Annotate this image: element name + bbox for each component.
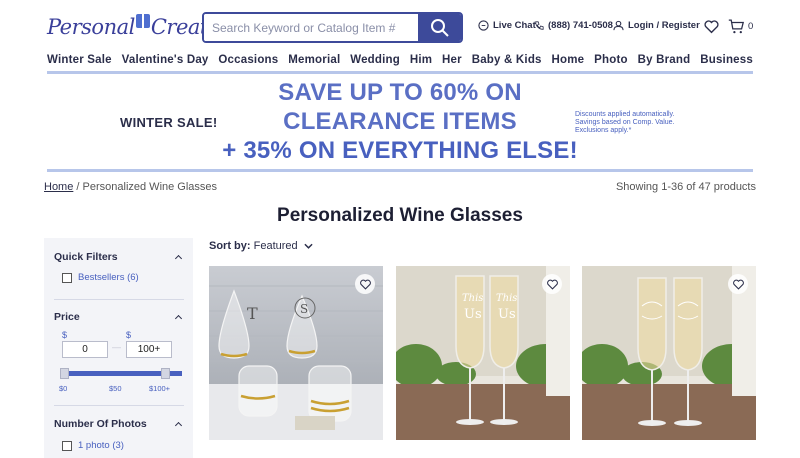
filter-divider	[54, 405, 184, 406]
price-min-input[interactable]: 0	[62, 341, 108, 358]
nav-divider	[47, 71, 753, 74]
price-tick: $0	[59, 384, 68, 393]
product-card-wine-glasses[interactable]: T S	[209, 266, 383, 440]
quick-filters-heading[interactable]: Quick Filters	[54, 251, 118, 263]
promo-disclaimer: Discounts applied automatically. Savings…	[575, 111, 705, 135]
nav-item-wedding[interactable]: Wedding	[350, 54, 400, 66]
svg-text:This: This	[462, 293, 483, 304]
search-input[interactable]	[204, 14, 418, 41]
promo-line-2: CLEARANCE ITEMS	[283, 108, 517, 135]
logo-text: Personal	[47, 15, 135, 39]
nav-item-him[interactable]: Him	[410, 54, 432, 66]
chevron-up-icon[interactable]	[174, 314, 183, 323]
one-photo-label[interactable]: 1 photo (3)	[78, 440, 124, 451]
price-range-dash: —	[112, 342, 121, 352]
heart-icon	[732, 279, 744, 290]
gift-icon	[135, 14, 150, 28]
product-image: T S	[209, 266, 383, 440]
sort-value: Featured	[253, 240, 298, 252]
breadcrumb-home-link[interactable]: Home	[44, 181, 73, 193]
svg-text:T: T	[247, 304, 258, 323]
price-heading[interactable]: Price	[54, 311, 80, 323]
results-count: Showing 1-36 of 47 products	[615, 181, 756, 193]
heart-icon	[546, 279, 558, 290]
heart-icon	[704, 20, 719, 34]
promo-line-1: SAVE UP TO 60% ON	[278, 79, 522, 106]
breadcrumb: Home / Personalized Wine Glasses	[44, 181, 217, 193]
promo-note-line: Exclusions apply.*	[575, 127, 632, 134]
wishlist-toggle[interactable]	[355, 274, 375, 294]
chat-icon	[478, 20, 489, 31]
search-button[interactable]	[418, 14, 461, 41]
nav-item-photo[interactable]: Photo	[594, 54, 628, 66]
login-label: Login / Register	[628, 20, 700, 31]
photos-heading[interactable]: Number Of Photos	[54, 418, 147, 430]
breadcrumb-separator: /	[76, 181, 80, 193]
breadcrumb-current: Personalized Wine Glasses	[82, 181, 218, 193]
promo-note-line: Savings based on Comp. Value.	[575, 119, 675, 126]
nav-item-home[interactable]: Home	[552, 54, 585, 66]
promo-headline[interactable]: SAVE UP TO 60% ON CLEARANCE ITEMS + 35% …	[220, 78, 580, 165]
nav-item-baby-kids[interactable]: Baby & Kids	[472, 54, 542, 66]
currency-symbol: $	[62, 330, 68, 340]
phone-number: (888) 741-0508	[548, 20, 613, 31]
product-image: This This Us Us	[396, 266, 570, 440]
product-card-champagne-flutes[interactable]: This This Us Us	[396, 266, 570, 440]
nav-item-by-brand[interactable]: By Brand	[638, 54, 691, 66]
filter-sidebar: Quick Filters Bestsellers (6) Price $ $ …	[44, 238, 193, 458]
svg-text:S: S	[300, 302, 308, 316]
chevron-up-icon[interactable]	[174, 421, 183, 430]
svg-text:Us: Us	[464, 307, 482, 322]
nav-item-her[interactable]: Her	[442, 54, 462, 66]
live-chat-link[interactable]: Live Chat	[478, 20, 536, 31]
wishlist-button[interactable]	[703, 18, 720, 39]
filter-option-label: Bestsellers	[78, 272, 125, 283]
bestsellers-checkbox[interactable]	[62, 273, 72, 283]
promo-divider	[47, 169, 753, 172]
chevron-down-icon	[304, 243, 313, 249]
svg-text:Us: Us	[498, 307, 516, 322]
nav-item-valentines-day[interactable]: Valentine's Day	[122, 54, 209, 66]
currency-symbol: $	[126, 330, 132, 340]
cart-button[interactable]: 0	[728, 19, 753, 34]
price-max-input[interactable]: 100+	[126, 341, 172, 358]
page-title: Personalized Wine Glasses	[277, 205, 523, 226]
price-slider-max-handle[interactable]	[161, 368, 170, 379]
chevron-up-icon[interactable]	[174, 254, 183, 263]
login-link[interactable]: Login / Register	[613, 20, 700, 31]
filter-divider	[54, 299, 184, 300]
price-tick: $100+	[149, 384, 171, 393]
wishlist-toggle[interactable]	[728, 274, 748, 294]
bestsellers-label[interactable]: Bestsellers (6)	[78, 272, 139, 283]
user-icon	[613, 20, 624, 31]
sort-dropdown[interactable]: Sort by: Featured	[209, 240, 313, 252]
promo-label[interactable]: WINTER SALE!	[120, 115, 217, 130]
price-slider-min-handle[interactable]	[60, 368, 69, 379]
promo-note-line: Discounts applied automatically.	[575, 111, 675, 118]
product-card-champagne-flutes-script[interactable]	[582, 266, 756, 440]
cart-count: 0	[748, 21, 754, 32]
nav-item-occasions[interactable]: Occasions	[218, 54, 278, 66]
phone-link[interactable]: (888) 741-0508	[534, 20, 613, 31]
sort-label: Sort by:	[209, 240, 251, 252]
phone-icon	[535, 20, 544, 30]
nav-item-business[interactable]: Business	[700, 54, 753, 66]
search-bar	[202, 12, 463, 43]
promo-line-3: + 35% ON EVERYTHING ELSE!	[222, 137, 578, 164]
filter-option-count: (3)	[112, 440, 124, 451]
filter-option-label: 1 photo	[78, 440, 110, 451]
wishlist-toggle[interactable]	[542, 274, 562, 294]
cart-icon	[728, 19, 744, 34]
search-icon	[430, 18, 449, 37]
product-image	[582, 266, 756, 440]
heart-icon	[359, 279, 371, 290]
filter-option-count: (6)	[127, 272, 139, 283]
svg-text:This: This	[496, 293, 517, 304]
nav-item-winter-sale[interactable]: Winter Sale	[47, 54, 112, 66]
nav-item-memorial[interactable]: Memorial	[288, 54, 340, 66]
live-chat-label: Live Chat	[493, 20, 536, 31]
price-tick: $50	[109, 384, 122, 393]
main-nav: Winter Sale Valentine's Day Occasions Me…	[47, 54, 753, 66]
